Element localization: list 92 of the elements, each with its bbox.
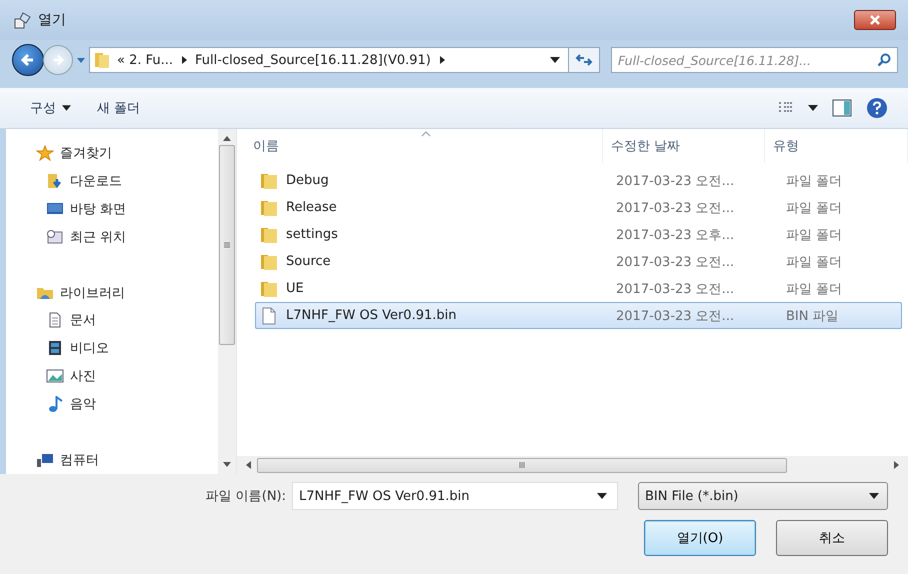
recent-places-icon bbox=[46, 228, 64, 245]
star-icon bbox=[36, 144, 54, 161]
file-type: 파일 폴더 bbox=[785, 280, 844, 298]
file-row[interactable]: Source 2017-03-23 오전... 파일 폴더 bbox=[255, 248, 902, 275]
file-row[interactable]: UE 2017-03-23 오전... 파일 폴더 bbox=[255, 275, 902, 302]
file-type: 파일 폴더 bbox=[785, 200, 844, 216]
app-icon bbox=[14, 11, 32, 29]
sidebar-item[interactable]: 다운로드 bbox=[12, 166, 218, 195]
column-header[interactable]: 유형 bbox=[765, 129, 908, 163]
file-name: UE bbox=[286, 281, 304, 296]
sidebar-item[interactable]: 비디오 bbox=[12, 334, 218, 362]
file-name: L7NHF_FW OS Ver0.91.bin bbox=[286, 308, 456, 323]
file-name-field[interactable]: L7NHF_FW OS Ver0.91.bin bbox=[292, 482, 618, 510]
refresh-button[interactable] bbox=[568, 47, 600, 73]
modified-date: 2017-03-23 오후... bbox=[615, 226, 736, 244]
back-button[interactable] bbox=[12, 44, 44, 76]
scroll-left-icon[interactable] bbox=[245, 461, 251, 469]
open-button[interactable]: 열기(O) bbox=[644, 520, 756, 556]
address-bar[interactable]: « 2. Fu... Full-closed_Source[16.11.28](V0.91) bbox=[89, 47, 569, 73]
computer-icon bbox=[36, 452, 54, 468]
sidebar-item[interactable]: 컴퓨터 bbox=[12, 446, 218, 474]
desktop-icon bbox=[46, 200, 64, 217]
chevron-icon[interactable] bbox=[180, 55, 188, 65]
forward-arrow-icon bbox=[51, 53, 65, 67]
dropdown-caret-icon bbox=[869, 493, 879, 499]
scroll-right-icon[interactable] bbox=[894, 461, 900, 469]
column-header[interactable]: 이름 bbox=[237, 129, 603, 163]
sidebar-item[interactable]: 음악 bbox=[12, 390, 218, 418]
sidebar-item[interactable]: 바탕 화면 bbox=[12, 194, 218, 223]
breadcrumb[interactable]: Full-closed_Source[16.11.28](V0.91) bbox=[195, 52, 431, 68]
scroll-down-icon[interactable] bbox=[223, 462, 231, 468]
modified-date: 2017-03-23 오전... bbox=[615, 200, 736, 216]
file-name-label: 파일 이름(N): bbox=[206, 488, 286, 505]
refresh-icon bbox=[575, 53, 593, 67]
modified-date: 2017-03-23 오전... bbox=[615, 172, 736, 190]
modified-date: 2017-03-23 오전... bbox=[615, 254, 736, 270]
file-type: 파일 폴더 bbox=[785, 172, 844, 190]
file-icon bbox=[260, 306, 278, 324]
caret-icon bbox=[62, 105, 71, 111]
file-type: 파일 폴더 bbox=[785, 226, 844, 244]
folder-icon bbox=[260, 226, 278, 244]
folder-icon bbox=[260, 198, 278, 216]
file-name: Source bbox=[286, 254, 331, 269]
dropdown-caret-icon bbox=[597, 493, 607, 499]
grip-icon bbox=[224, 241, 230, 249]
sidebar-item[interactable]: 즐겨찾기 bbox=[12, 139, 218, 167]
horizontal-scrollbar[interactable] bbox=[237, 456, 908, 474]
back-arrow-icon bbox=[20, 52, 36, 68]
image-icon bbox=[46, 368, 64, 384]
breadcrumb[interactable]: « 2. Fu... bbox=[117, 52, 174, 68]
grip-icon bbox=[518, 462, 526, 468]
window-title: 열기 bbox=[38, 11, 66, 29]
search-field[interactable]: Full-closed_Source[16.11.28]... bbox=[611, 47, 898, 73]
organize-button[interactable]: 구성 bbox=[24, 99, 77, 117]
column-header[interactable]: 수정한 날짜 bbox=[603, 129, 765, 163]
modified-date: 2017-03-23 오전... bbox=[615, 308, 736, 324]
file-type: BIN 파일 bbox=[785, 308, 840, 324]
file-type: 파일 폴더 bbox=[785, 254, 844, 270]
sidebar-item[interactable]: 최근 위치 bbox=[12, 222, 218, 251]
file-row[interactable]: Debug 2017-03-23 오전... 파일 폴더 bbox=[255, 167, 902, 194]
search-icon bbox=[877, 53, 891, 67]
close-icon bbox=[868, 14, 882, 26]
folder-icon bbox=[260, 172, 278, 190]
file-row[interactable]: settings 2017-03-23 오후... 파일 폴더 bbox=[255, 221, 902, 248]
sidebar-item[interactable]: 문서 bbox=[12, 306, 218, 334]
new-folder-button[interactable]: 새 폴더 bbox=[91, 99, 146, 117]
view-caret-icon[interactable] bbox=[808, 105, 818, 111]
vertical-scrollbar[interactable] bbox=[218, 129, 236, 474]
cancel-button[interactable]: 취소 bbox=[776, 520, 888, 556]
file-name: Debug bbox=[286, 173, 329, 188]
scroll-up-icon[interactable] bbox=[223, 135, 231, 141]
music-note-icon bbox=[46, 396, 64, 412]
sidebar-item[interactable]: 사진 bbox=[12, 362, 218, 390]
file-name: settings bbox=[286, 227, 338, 242]
download-folder-icon bbox=[46, 172, 64, 189]
modified-date: 2017-03-23 오전... bbox=[615, 280, 736, 298]
folder-icon bbox=[260, 280, 278, 298]
file-row[interactable]: L7NHF_FW OS Ver0.91.bin 2017-03-23 오전... BIN 파일 bbox=[255, 302, 902, 329]
folder-icon bbox=[94, 51, 110, 69]
chevron-icon[interactable] bbox=[438, 55, 446, 65]
sidebar-item[interactable]: 라이브러리 bbox=[12, 278, 218, 307]
close-button[interactable] bbox=[854, 10, 896, 30]
view-options-icon[interactable] bbox=[778, 101, 794, 115]
history-caret-icon[interactable] bbox=[76, 56, 86, 64]
preview-pane-icon[interactable] bbox=[832, 99, 852, 117]
file-row[interactable]: Release 2017-03-23 오전... 파일 폴더 bbox=[255, 194, 902, 221]
file-type-dropdown[interactable]: BIN File (*.bin) bbox=[638, 482, 888, 510]
file-name: Release bbox=[286, 200, 337, 215]
dropdown-caret-icon[interactable] bbox=[550, 57, 560, 63]
film-icon bbox=[46, 340, 64, 356]
folder-icon bbox=[260, 252, 278, 270]
help-icon[interactable] bbox=[866, 97, 888, 119]
